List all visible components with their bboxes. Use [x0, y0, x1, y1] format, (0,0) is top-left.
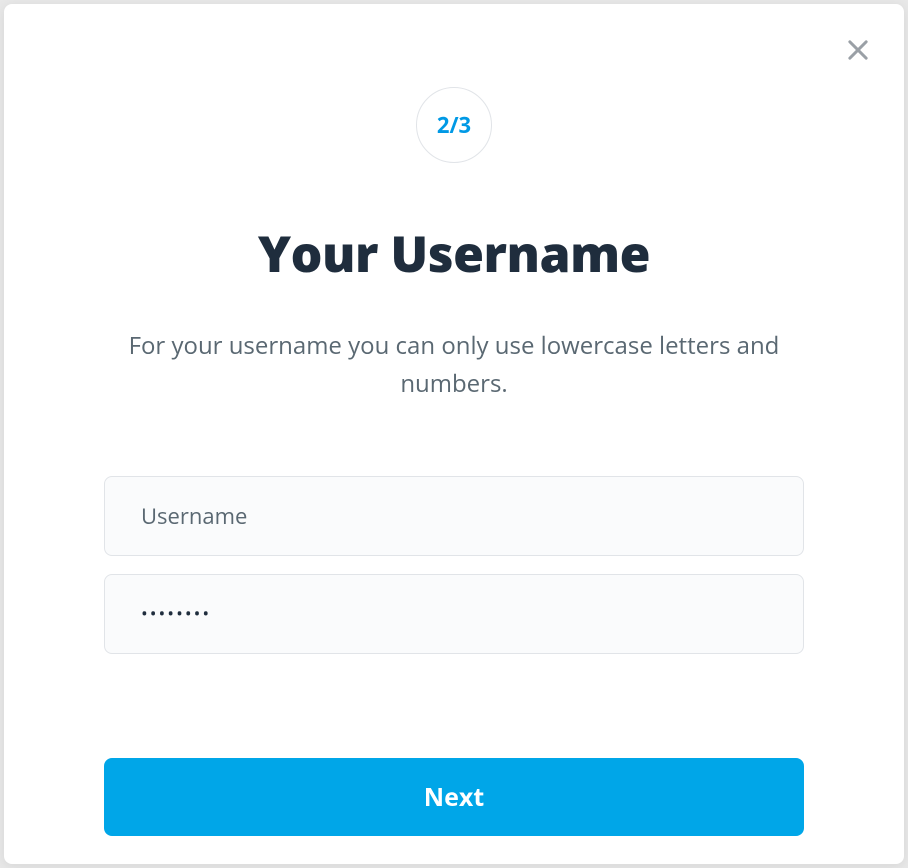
modal-title: Your Username	[104, 219, 804, 287]
modal-subtitle: For your username you can only use lower…	[104, 327, 804, 404]
next-button[interactable]: Next	[104, 758, 804, 836]
signup-modal: 2/3 Your Username For your username you …	[4, 4, 904, 864]
signup-form: Next	[104, 476, 804, 836]
modal-content: Your Username For your username you can …	[104, 219, 804, 836]
step-indicator: 2/3	[416, 87, 492, 163]
username-input[interactable]	[104, 476, 804, 556]
close-button[interactable]	[840, 32, 876, 68]
password-input[interactable]	[104, 574, 804, 654]
step-text: 2/3	[437, 110, 471, 140]
close-icon	[844, 36, 872, 64]
